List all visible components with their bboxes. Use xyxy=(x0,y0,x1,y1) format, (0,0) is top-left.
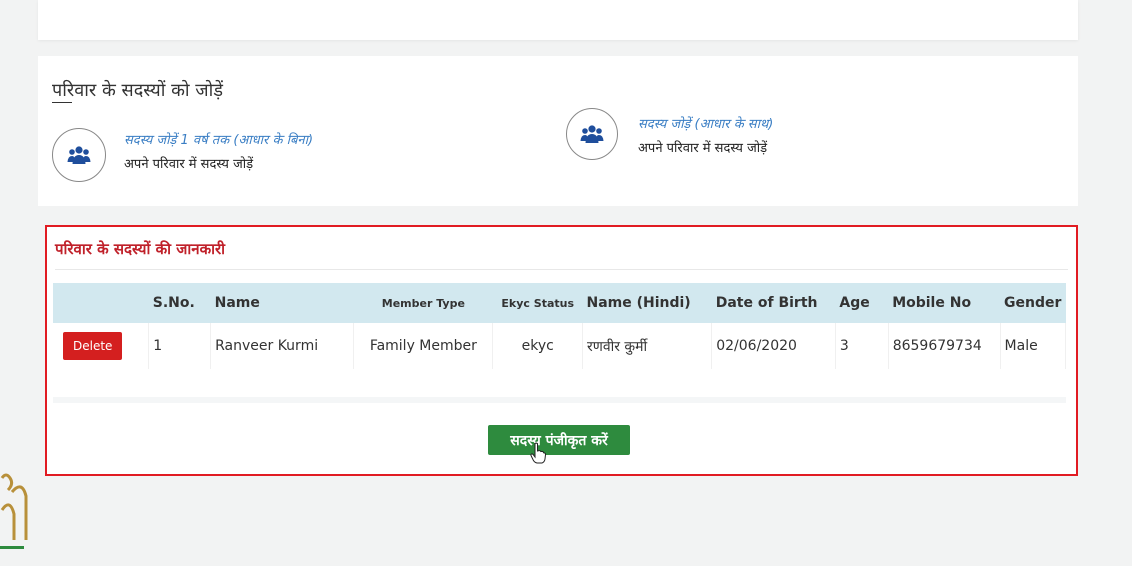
table-footer-strip xyxy=(53,397,1066,403)
title-underline xyxy=(52,102,72,103)
family-members-info-card: परिवार के सदस्यों की जानकारी S.No. Name … xyxy=(45,225,1078,476)
member-type-cell: Family Member xyxy=(353,323,494,369)
add-members-title: परिवार के सदस्यों को जोड़ें xyxy=(52,80,223,101)
mobile-cell: 8659679734 xyxy=(888,323,1001,369)
divider xyxy=(55,269,1068,270)
members-table: S.No. Name Member Type Ekyc Status Name … xyxy=(53,283,1067,369)
dob-cell: 02/06/2020 xyxy=(711,323,836,369)
add-member-subtitle: अपने परिवार में सदस्य जोड़ें xyxy=(638,141,768,156)
column-header-gender: Gender xyxy=(1004,295,1062,311)
name-cell: Ranveer Kurmi xyxy=(210,323,355,369)
column-header-sno: S.No. xyxy=(152,295,195,311)
delete-button[interactable]: Delete xyxy=(63,332,123,360)
sno-cell: 1 xyxy=(148,323,212,369)
column-header-name-hindi: Name (Hindi) xyxy=(586,295,691,311)
logo-fragment-icon xyxy=(0,473,28,549)
add-member-without-aadhaar-link[interactable]: सदस्य जोड़ें 1 वर्ष तक (आधार के बिना) xyxy=(124,130,313,148)
register-members-button[interactable]: सदस्य पंजीकृत करें xyxy=(488,425,630,455)
add-member-without-aadhaar-option[interactable]: सदस्य जोड़ें 1 वर्ष तक (आधार के बिना) अप… xyxy=(52,108,313,182)
column-header-action xyxy=(53,283,149,323)
hand-cursor-icon xyxy=(530,442,546,464)
table-row: Delete 1 Ranveer Kurmi Family Member eky… xyxy=(53,323,1067,369)
add-member-subtitle: अपने परिवार में सदस्य जोड़ें xyxy=(124,157,254,172)
users-icon[interactable] xyxy=(52,128,106,182)
column-header-member-type: Member Type xyxy=(381,296,465,310)
column-header-mobile: Mobile No xyxy=(892,295,972,311)
add-members-card: परिवार के सदस्यों को जोड़ें सदस्य जोड़ें… xyxy=(38,56,1078,206)
info-section-title: परिवार के सदस्यों की जानकारी xyxy=(55,240,226,258)
table-header-row: S.No. Name Member Type Ekyc Status Name … xyxy=(53,283,1066,323)
ekyc-status-cell: ekyc xyxy=(492,323,583,369)
column-header-age: Age xyxy=(839,295,870,311)
gender-cell: Male xyxy=(1000,323,1067,369)
add-member-with-aadhaar-option[interactable]: सदस्य जोड़ें (आधार के साथ) अपने परिवार म… xyxy=(566,108,773,160)
column-header-name: Name xyxy=(214,295,260,311)
users-icon[interactable] xyxy=(566,108,618,160)
age-cell: 3 xyxy=(835,323,889,369)
column-header-ekyc-status: Ekyc Status xyxy=(501,296,575,310)
name-hindi-cell: रणवीर कुर्मी xyxy=(582,323,713,369)
column-header-dob: Date of Birth xyxy=(715,295,818,311)
add-member-with-aadhaar-link[interactable]: सदस्य जोड़ें (आधार के साथ) xyxy=(638,114,773,132)
top-card xyxy=(38,0,1078,40)
action-cell: Delete xyxy=(53,323,150,369)
